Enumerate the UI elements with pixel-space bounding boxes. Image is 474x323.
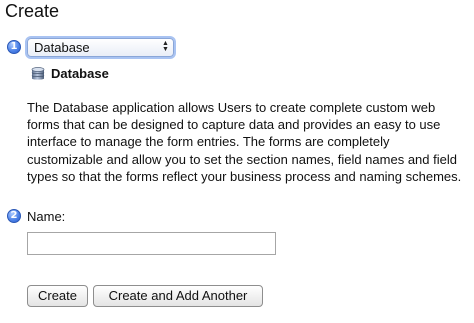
page-title: Create	[5, 1, 60, 21]
application-select-value: Database	[34, 40, 90, 55]
name-input[interactable]	[27, 232, 276, 255]
application-select[interactable]: Database ▲ ▼	[27, 38, 174, 57]
application-description: The Database application allows Users to…	[27, 100, 462, 184]
select-arrows-icon: ▲ ▼	[162, 40, 169, 53]
application-name: Database	[51, 66, 109, 81]
name-label: Name:	[27, 209, 66, 224]
step-2-badge: 2	[7, 209, 21, 223]
create-page: Create 1 Database ▲ ▼ Database The Databa…	[0, 0, 474, 323]
create-button[interactable]: Create	[27, 285, 88, 307]
create-and-add-another-button[interactable]: Create and Add Another	[93, 285, 263, 307]
database-icon	[31, 67, 45, 80]
step-1-badge: 1	[7, 40, 21, 54]
